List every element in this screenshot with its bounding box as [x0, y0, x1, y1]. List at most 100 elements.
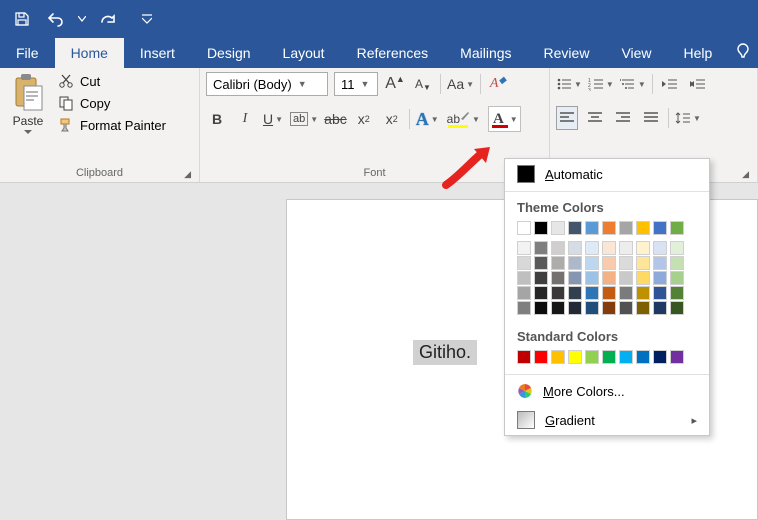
color-swatch[interactable]	[602, 271, 616, 285]
tab-file[interactable]: File	[0, 38, 55, 68]
color-swatch[interactable]	[653, 301, 667, 315]
color-swatch[interactable]	[602, 241, 616, 255]
color-swatch[interactable]	[585, 301, 599, 315]
more-colors-item[interactable]: More Colors...	[505, 377, 709, 405]
tab-help[interactable]: Help	[668, 38, 729, 68]
increase-indent-button[interactable]	[687, 72, 709, 96]
color-swatch[interactable]	[636, 301, 650, 315]
gradient-item[interactable]: Gradient ▸	[505, 405, 709, 435]
bullets-button[interactable]: ▼	[556, 72, 582, 96]
justify-button[interactable]	[640, 106, 662, 130]
color-swatch[interactable]	[534, 286, 548, 300]
color-swatch[interactable]	[517, 221, 531, 235]
color-swatch[interactable]	[585, 241, 599, 255]
subscript-button[interactable]: x2	[353, 107, 375, 131]
color-swatch[interactable]	[568, 271, 582, 285]
color-swatch[interactable]	[568, 350, 582, 364]
color-swatch[interactable]	[670, 286, 684, 300]
tab-view[interactable]: View	[605, 38, 667, 68]
color-swatch[interactable]	[602, 286, 616, 300]
color-swatch[interactable]	[585, 286, 599, 300]
color-swatch[interactable]	[670, 271, 684, 285]
text-effects-button[interactable]: A▼	[416, 107, 439, 131]
format-painter-button[interactable]: Format Painter	[56, 116, 168, 134]
color-swatch[interactable]	[534, 350, 548, 364]
color-swatch[interactable]	[636, 256, 650, 270]
color-swatch[interactable]	[602, 301, 616, 315]
color-swatch[interactable]	[636, 271, 650, 285]
color-swatch[interactable]	[670, 241, 684, 255]
align-left-button[interactable]	[556, 106, 578, 130]
color-swatch[interactable]	[585, 350, 599, 364]
clear-formatting-button[interactable]: A◆	[487, 72, 509, 96]
automatic-color-item[interactable]: Automatic	[505, 159, 709, 189]
decrease-indent-button[interactable]	[659, 72, 681, 96]
color-swatch[interactable]	[636, 241, 650, 255]
color-swatch[interactable]	[636, 221, 650, 235]
undo-icon[interactable]	[42, 5, 70, 33]
strikethrough-button[interactable]: abc	[324, 107, 347, 131]
color-swatch[interactable]	[619, 241, 633, 255]
redo-icon[interactable]	[94, 5, 122, 33]
multilevel-list-button[interactable]: ▼	[620, 72, 646, 96]
color-swatch[interactable]	[551, 286, 565, 300]
change-case-button[interactable]: Aa▼	[447, 72, 474, 96]
color-swatch[interactable]	[653, 350, 667, 364]
bold-button[interactable]: B	[206, 107, 228, 131]
copy-button[interactable]: Copy	[56, 94, 168, 112]
color-swatch[interactable]	[619, 256, 633, 270]
color-swatch[interactable]	[534, 221, 548, 235]
customize-qat-icon[interactable]	[138, 5, 156, 33]
color-swatch[interactable]	[585, 221, 599, 235]
font-name-combo[interactable]: Calibri (Body) ▼	[206, 72, 328, 96]
align-center-button[interactable]	[584, 106, 606, 130]
font-size-combo[interactable]: 11 ▼	[334, 72, 378, 96]
color-swatch[interactable]	[670, 221, 684, 235]
color-swatch[interactable]	[653, 221, 667, 235]
cut-button[interactable]: Cut	[56, 72, 168, 90]
color-swatch[interactable]	[534, 256, 548, 270]
highlight-button[interactable]: ab ▼	[445, 107, 482, 131]
color-swatch[interactable]	[551, 301, 565, 315]
color-swatch[interactable]	[568, 256, 582, 270]
tab-mailings[interactable]: Mailings	[444, 38, 527, 68]
color-swatch[interactable]	[585, 256, 599, 270]
color-swatch[interactable]	[551, 256, 565, 270]
tab-home[interactable]: Home	[55, 38, 124, 68]
paragraph-launcher-icon[interactable]: ◢	[742, 169, 749, 180]
align-right-button[interactable]	[612, 106, 634, 130]
color-swatch[interactable]	[636, 286, 650, 300]
color-swatch[interactable]	[653, 286, 667, 300]
color-swatch[interactable]	[670, 301, 684, 315]
font-color-button[interactable]: A ▼	[488, 106, 521, 132]
clipboard-launcher-icon[interactable]: ◢	[184, 169, 191, 180]
color-swatch[interactable]	[534, 301, 548, 315]
color-swatch[interactable]	[619, 221, 633, 235]
undo-dropdown-icon[interactable]	[76, 5, 88, 33]
color-swatch[interactable]	[551, 271, 565, 285]
line-spacing-button[interactable]: ▼	[675, 106, 701, 130]
tell-me-icon[interactable]	[734, 42, 752, 69]
color-swatch[interactable]	[534, 271, 548, 285]
color-swatch[interactable]	[670, 256, 684, 270]
color-swatch[interactable]	[517, 241, 531, 255]
color-swatch[interactable]	[585, 271, 599, 285]
color-swatch[interactable]	[517, 350, 531, 364]
color-swatch[interactable]	[619, 286, 633, 300]
color-swatch[interactable]	[568, 221, 582, 235]
color-swatch[interactable]	[636, 350, 650, 364]
color-swatch[interactable]	[568, 301, 582, 315]
color-swatch[interactable]	[653, 241, 667, 255]
tab-references[interactable]: References	[341, 38, 445, 68]
save-icon[interactable]	[8, 5, 36, 33]
color-swatch[interactable]	[619, 301, 633, 315]
paste-dropdown-icon[interactable]	[24, 130, 32, 135]
color-swatch[interactable]	[653, 256, 667, 270]
color-swatch[interactable]	[551, 350, 565, 364]
tab-review[interactable]: Review	[528, 38, 606, 68]
color-swatch[interactable]	[568, 286, 582, 300]
superscript-button[interactable]: x2	[381, 107, 403, 131]
color-swatch[interactable]	[653, 271, 667, 285]
grow-font-button[interactable]: A▲	[384, 72, 406, 96]
color-swatch[interactable]	[619, 271, 633, 285]
